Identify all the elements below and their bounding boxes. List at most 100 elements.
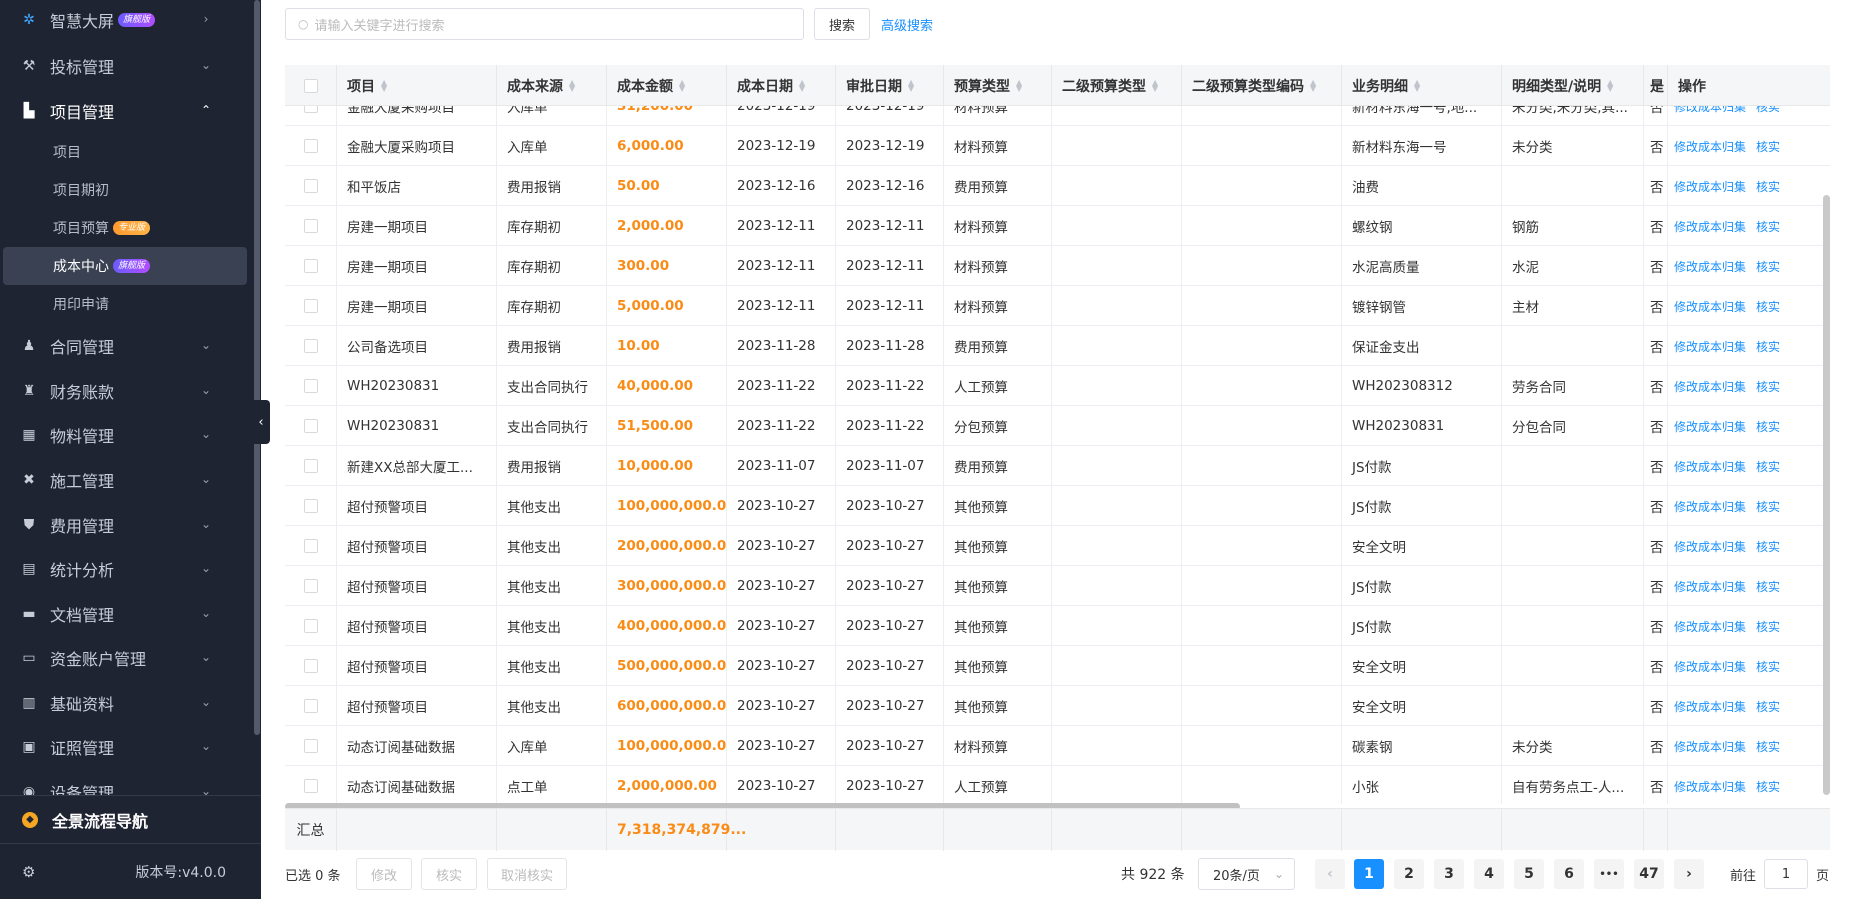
verify-link[interactable]: 核实 <box>1756 458 1780 475</box>
edit-cost-link[interactable]: 修改成本归集 <box>1674 658 1746 675</box>
verify-link[interactable]: 核实 <box>1756 258 1780 275</box>
row-checkbox[interactable] <box>303 539 318 553</box>
sort-icon[interactable]: ▲ ▼ <box>569 78 575 92</box>
row-checkbox-cell[interactable] <box>285 566 337 606</box>
row-checkbox-cell[interactable] <box>285 126 337 166</box>
next-page-button[interactable]: › <box>1674 859 1704 889</box>
edit-cost-link[interactable]: 修改成本归集 <box>1674 138 1746 155</box>
goto-page-input[interactable]: 1 <box>1764 859 1809 889</box>
select-all-checkbox[interactable] <box>285 65 337 106</box>
sort-icon[interactable]: ▲ ▼ <box>799 78 805 92</box>
sidebar-item-contract[interactable]: ♟ 合同管理 ⌄ <box>0 323 252 368</box>
sort-icon[interactable]: ▲ ▼ <box>381 78 387 92</box>
verify-link[interactable]: 核实 <box>1756 378 1780 395</box>
edit-cost-link[interactable]: 修改成本归集 <box>1674 738 1746 755</box>
header-budget-type[interactable]: 预算类型 ▲ ▼ <box>944 65 1052 106</box>
row-checkbox-cell[interactable] <box>285 366 337 406</box>
row-checkbox[interactable] <box>303 419 318 433</box>
edit-cost-link[interactable]: 修改成本归集 <box>1674 498 1746 515</box>
page-ellipsis[interactable]: ••• <box>1594 859 1624 889</box>
sidebar-item-equipment[interactable]: ◉ 设备管理 ⌄ <box>0 769 252 796</box>
sidebar-sub-project[interactable]: 项目 <box>3 133 247 171</box>
row-checkbox-cell[interactable] <box>285 286 337 326</box>
sidebar-scrollbar[interactable] <box>254 0 260 735</box>
verify-link[interactable]: 核实 <box>1756 138 1780 155</box>
page-size-select[interactable]: 20条/页 ⌄ <box>1198 858 1295 890</box>
vertical-scrollbar[interactable] <box>1823 195 1830 795</box>
verify-link[interactable]: 核实 <box>1756 658 1780 675</box>
header-approval-date[interactable]: 审批日期 ▲ ▼ <box>836 65 944 106</box>
search-input[interactable]: ○ 请输入关键字进行搜索 <box>285 8 804 40</box>
row-checkbox[interactable] <box>303 106 318 113</box>
row-checkbox[interactable] <box>303 619 318 633</box>
sidebar-item-construction[interactable]: ✖ 施工管理 ⌄ <box>0 457 252 502</box>
sort-icon[interactable]: ▲ ▼ <box>1152 78 1158 92</box>
checkbox[interactable] <box>303 78 318 93</box>
row-checkbox-cell[interactable] <box>285 246 337 286</box>
sidebar-sub-project-initial[interactable]: 项目期初 <box>3 171 247 209</box>
row-checkbox[interactable] <box>303 579 318 593</box>
sidebar-item-bidding[interactable]: ⚒ 投标管理 ⌄ <box>0 43 252 88</box>
verify-link[interactable]: 核实 <box>1756 498 1780 515</box>
edit-cost-link[interactable]: 修改成本归集 <box>1674 698 1746 715</box>
sidebar-sub-project-budget[interactable]: 项目预算 专业版 <box>3 209 247 247</box>
row-checkbox[interactable] <box>303 339 318 353</box>
row-checkbox[interactable] <box>303 139 318 153</box>
sidebar-item-finance[interactable]: ♜ 财务账款 ⌄ <box>0 368 252 413</box>
edit-cost-link[interactable]: 修改成本归集 <box>1674 618 1746 635</box>
row-checkbox-cell[interactable] <box>285 646 337 686</box>
verify-link[interactable]: 核实 <box>1756 698 1780 715</box>
row-checkbox[interactable] <box>303 779 318 793</box>
edit-cost-link[interactable]: 修改成本归集 <box>1674 458 1746 475</box>
sort-icon[interactable]: ▲ ▼ <box>1414 78 1420 92</box>
verify-link[interactable]: 核实 <box>1756 578 1780 595</box>
sidebar-item-basic-data[interactable]: ▥ 基础资料 ⌄ <box>0 680 252 725</box>
advanced-search-link[interactable]: 高级搜索 <box>881 8 933 40</box>
header-business-detail[interactable]: 业务明细 ▲ ▼ <box>1342 65 1502 106</box>
header-sub-budget-type[interactable]: 二级预算类型 ▲ ▼ <box>1052 65 1182 106</box>
page-3[interactable]: 3 <box>1434 859 1464 889</box>
sidebar-item-statistics[interactable]: ▤ 统计分析 ⌄ <box>0 546 252 591</box>
header-cost-source[interactable]: 成本来源 ▲ ▼ <box>497 65 607 106</box>
sort-icon[interactable]: ▲ ▼ <box>1607 78 1613 92</box>
header-sub-budget-code[interactable]: 二级预算类型编码 ▲ ▼ <box>1182 65 1342 106</box>
row-checkbox[interactable] <box>303 739 318 753</box>
row-checkbox-cell[interactable] <box>285 206 337 246</box>
verify-link[interactable]: 核实 <box>1756 218 1780 235</box>
sidebar-item-fund-account[interactable]: ▭ 资金账户管理 ⌄ <box>0 635 252 680</box>
row-checkbox-cell[interactable] <box>285 486 337 526</box>
row-checkbox[interactable] <box>303 379 318 393</box>
verify-link[interactable]: 核实 <box>1756 298 1780 315</box>
row-checkbox-cell[interactable] <box>285 406 337 446</box>
sidebar-item-dashboard[interactable]: ✲ 智慧大屏 旗舰版 › <box>0 0 252 42</box>
verify-button[interactable]: 核实 <box>421 858 477 890</box>
sort-icon[interactable]: ▲ ▼ <box>1310 78 1316 92</box>
edit-cost-link[interactable]: 修改成本归集 <box>1674 378 1746 395</box>
edit-button[interactable]: 修改 <box>356 858 412 890</box>
verify-link[interactable]: 核实 <box>1756 738 1780 755</box>
sidebar-item-material[interactable]: ▦ 物料管理 ⌄ <box>0 412 252 457</box>
row-checkbox[interactable] <box>303 659 318 673</box>
row-checkbox[interactable] <box>303 459 318 473</box>
edit-cost-link[interactable]: 修改成本归集 <box>1674 298 1746 315</box>
edit-cost-link[interactable]: 修改成本归集 <box>1674 106 1746 115</box>
row-checkbox[interactable] <box>303 219 318 233</box>
sort-icon[interactable]: ▲ ▼ <box>679 78 685 92</box>
row-checkbox[interactable] <box>303 499 318 513</box>
edit-cost-link[interactable]: 修改成本归集 <box>1674 538 1746 555</box>
edit-cost-link[interactable]: 修改成本归集 <box>1674 178 1746 195</box>
edit-cost-link[interactable]: 修改成本归集 <box>1674 578 1746 595</box>
edit-cost-link[interactable]: 修改成本归集 <box>1674 418 1746 435</box>
row-checkbox[interactable] <box>303 699 318 713</box>
edit-cost-link[interactable]: 修改成本归集 <box>1674 218 1746 235</box>
row-checkbox-cell[interactable] <box>285 446 337 486</box>
verify-link[interactable]: 核实 <box>1756 178 1780 195</box>
verify-link[interactable]: 核实 <box>1756 338 1780 355</box>
page-47[interactable]: 47 <box>1634 859 1664 889</box>
sidebar-sub-seal-request[interactable]: 用印申请 <box>3 285 247 323</box>
row-checkbox-cell[interactable] <box>285 606 337 646</box>
row-checkbox-cell[interactable] <box>285 326 337 366</box>
page-2[interactable]: 2 <box>1394 859 1424 889</box>
header-cost-amount[interactable]: 成本金额 ▲ ▼ <box>607 65 727 106</box>
cancel-verify-button[interactable]: 取消核实 <box>487 858 567 890</box>
